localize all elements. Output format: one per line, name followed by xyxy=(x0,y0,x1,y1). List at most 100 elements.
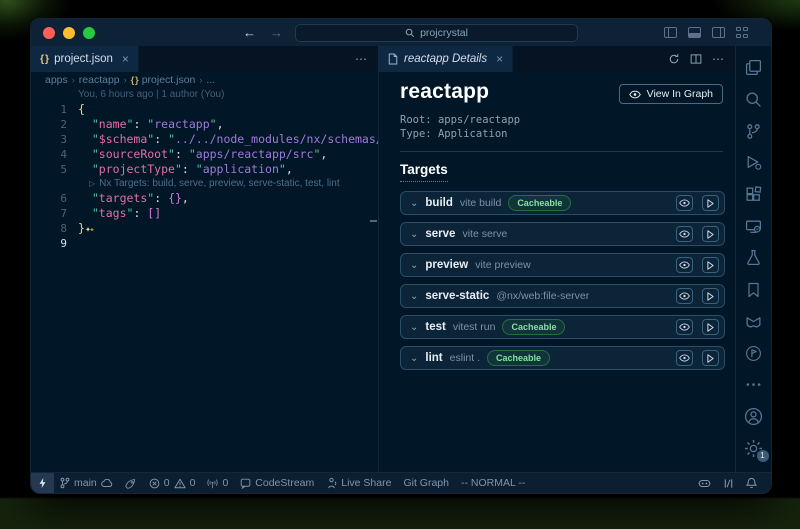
customize-layout-icon[interactable] xyxy=(736,27,749,38)
target-row-serve-static[interactable]: ⌄serve-static@nx/web:file-server xyxy=(400,284,725,308)
breadcrumb-item[interactable]: reactapp xyxy=(79,74,120,86)
show-target-config-button[interactable] xyxy=(676,319,693,335)
copilot-icon xyxy=(698,478,711,489)
target-command: vite preview xyxy=(475,259,530,271)
bookmark-icon[interactable] xyxy=(742,278,766,302)
show-target-config-button[interactable] xyxy=(676,226,693,242)
error-icon xyxy=(149,478,160,489)
nx-codelens[interactable]: ▷Nx Targets: build, serve, preview, serv… xyxy=(89,177,340,191)
line-number: 4 xyxy=(31,147,67,162)
extensions-icon[interactable] xyxy=(742,183,766,207)
command-center-search[interactable]: projcrystal xyxy=(295,24,578,42)
code-line[interactable]: 7 "tags": [] xyxy=(31,206,378,221)
breadcrumb-item[interactable]: project.json xyxy=(142,74,196,86)
breadcrumb-item[interactable]: apps xyxy=(45,74,68,86)
maximize-window-button[interactable] xyxy=(83,27,95,39)
back-icon[interactable]: ← xyxy=(243,26,256,39)
chevron-down-icon[interactable]: ⌄ xyxy=(410,198,418,209)
chevron-down-icon[interactable]: ⌄ xyxy=(410,291,418,302)
run-target-button[interactable] xyxy=(702,350,719,366)
code-line[interactable]: 1{ xyxy=(31,102,378,117)
code-line[interactable]: 3 "$schema": "../../node_modules/nx/sche… xyxy=(31,132,378,147)
code-line[interactable]: 6 "targets": {}, xyxy=(31,191,378,206)
search-icon[interactable] xyxy=(742,88,766,112)
code-line[interactable]: 5 "projectType": "application", xyxy=(31,162,378,177)
chevron-right-icon: › xyxy=(199,75,202,85)
code-line[interactable]: 9 xyxy=(31,236,378,251)
remote-explorer-icon[interactable] xyxy=(742,214,766,238)
close-window-button[interactable] xyxy=(43,27,55,39)
view-in-graph-button[interactable]: View In Graph xyxy=(619,84,723,104)
breadcrumb-more[interactable]: ... xyxy=(206,74,215,86)
account-icon[interactable] xyxy=(742,405,766,429)
nx-console-icon[interactable] xyxy=(742,310,766,334)
remote-indicator[interactable] xyxy=(31,473,54,493)
more-actions-icon[interactable]: ⋯ xyxy=(712,52,725,66)
test-beaker-icon[interactable] xyxy=(742,246,766,270)
run-target-button[interactable] xyxy=(702,195,719,211)
close-tab-icon[interactable]: × xyxy=(496,52,503,66)
target-row-test[interactable]: ⌄testvitest runCacheable xyxy=(400,315,725,339)
refresh-icon[interactable] xyxy=(668,53,680,65)
more-actions-icon[interactable]: ⋯ xyxy=(355,52,368,66)
show-target-config-button[interactable] xyxy=(676,350,693,366)
line-number: 5 xyxy=(31,162,67,177)
run-target-button[interactable] xyxy=(702,226,719,242)
live-share-item[interactable]: Live Share xyxy=(320,477,397,489)
target-name: lint xyxy=(425,352,442,364)
git-branch-item[interactable]: main xyxy=(54,477,119,489)
show-target-config-button[interactable] xyxy=(676,257,693,273)
run-debug-icon[interactable] xyxy=(742,151,766,175)
code-editor[interactable]: You, 6 hours ago | 1 author (You) 1{2 "n… xyxy=(31,88,378,472)
line-number: 3 xyxy=(31,132,67,147)
code-line[interactable]: 8}✦˖ xyxy=(31,221,378,236)
code-line[interactable]: 2 "name": "reactapp", xyxy=(31,117,378,132)
cacheable-badge: Cacheable xyxy=(487,350,550,367)
run-target-button[interactable] xyxy=(702,319,719,335)
branch-icon xyxy=(60,477,70,489)
forward-icon[interactable]: → xyxy=(270,26,283,39)
toggle-panel-icon[interactable] xyxy=(688,27,701,38)
chevron-right-icon: › xyxy=(72,75,75,85)
target-row-serve[interactable]: ⌄servevite serve xyxy=(400,222,725,246)
target-row-build[interactable]: ⌄buildvite buildCacheable xyxy=(400,191,725,215)
split-editor-icon[interactable] xyxy=(690,53,702,65)
copilot-item[interactable] xyxy=(692,478,717,489)
tour-pin-icon[interactable] xyxy=(742,341,766,365)
toggle-secondary-sidebar-icon[interactable] xyxy=(712,27,725,38)
tab-reactapp-details[interactable]: reactapp Details × xyxy=(379,46,513,72)
line-number: 1 xyxy=(31,102,67,117)
notifications-item[interactable] xyxy=(740,477,763,489)
settings-gear-icon[interactable]: 1 xyxy=(742,436,766,460)
json-file-icon: { } xyxy=(40,53,48,65)
vim-mode-indicator[interactable]: -- NORMAL -- xyxy=(455,477,531,489)
git-graph-item[interactable]: Git Graph xyxy=(397,477,455,489)
code-line[interactable]: 4 "sourceRoot": "apps/reactapp/src", xyxy=(31,147,378,162)
codestream-item[interactable]: CodeStream xyxy=(234,477,320,489)
project-type: Type: Application xyxy=(400,127,723,141)
publish-item[interactable] xyxy=(119,478,143,489)
show-target-config-button[interactable] xyxy=(676,195,693,211)
close-tab-icon[interactable]: × xyxy=(122,52,129,66)
ports-item[interactable]: 0 xyxy=(201,477,234,489)
target-row-lint[interactable]: ⌄linteslint .Cacheable xyxy=(400,346,725,370)
chevron-down-icon[interactable]: ⌄ xyxy=(410,353,418,364)
explorer-icon[interactable] xyxy=(742,56,766,80)
formatter-item[interactable] xyxy=(717,478,740,489)
toggle-sidebar-icon[interactable] xyxy=(664,27,677,38)
target-row-preview[interactable]: ⌄previewvite preview xyxy=(400,253,725,277)
run-target-button[interactable] xyxy=(702,257,719,273)
chevron-down-icon[interactable]: ⌄ xyxy=(410,322,418,333)
line-number: 8 xyxy=(31,221,67,236)
show-target-config-button[interactable] xyxy=(676,288,693,304)
chevron-down-icon[interactable]: ⌄ xyxy=(410,229,418,240)
minimize-window-button[interactable] xyxy=(63,27,75,39)
line-number: 6 xyxy=(31,191,67,206)
problems-item[interactable]: 0 0 xyxy=(143,477,202,489)
tab-project-json[interactable]: { } project.json × xyxy=(31,46,139,72)
chevron-down-icon[interactable]: ⌄ xyxy=(410,260,418,271)
run-target-button[interactable] xyxy=(702,288,719,304)
source-control-icon[interactable] xyxy=(742,119,766,143)
code-lines: 1{2 "name": "reactapp",3 "$schema": "../… xyxy=(31,102,378,251)
more-views-icon[interactable] xyxy=(742,373,766,397)
